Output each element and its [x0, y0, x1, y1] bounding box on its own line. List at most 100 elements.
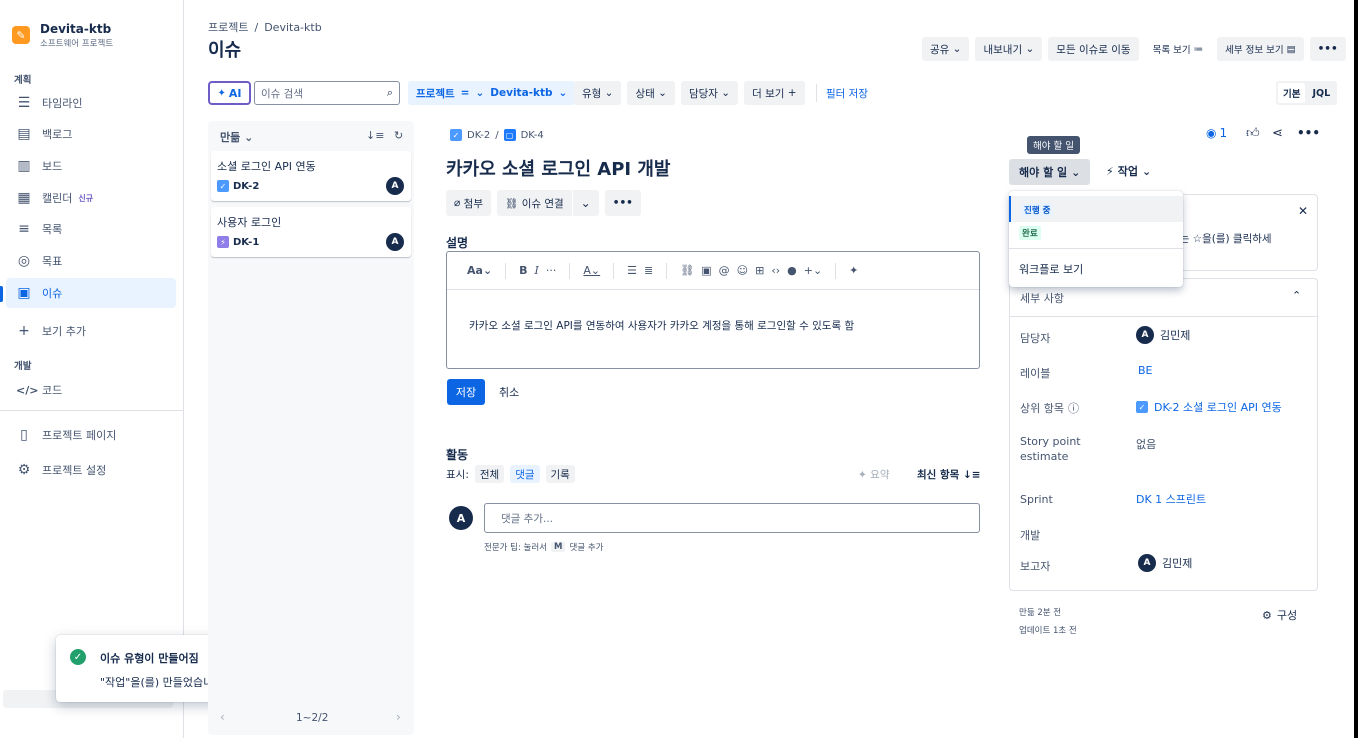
code-icon[interactable]: ‹›	[771, 264, 780, 277]
export-button[interactable]: 내보내기 ⌄	[975, 37, 1043, 61]
assignee-field[interactable]: A 김민제	[1136, 326, 1190, 344]
share-icon[interactable]: ⋖	[1272, 126, 1283, 141]
gear-icon: ⚙	[17, 462, 31, 478]
sidebar-item-add-view[interactable]: + 보기 추가	[6, 316, 176, 346]
save-button[interactable]: 저장	[447, 379, 485, 405]
like-icon[interactable]: 👍︎	[1246, 126, 1260, 141]
sidebar-item-timeline[interactable]: ☰ 타임라인	[6, 88, 176, 118]
issue-key-link[interactable]: DK-4	[521, 130, 544, 141]
text-style-label: Aa	[467, 264, 483, 277]
story-point-value[interactable]: 없음	[1136, 436, 1156, 452]
sort-newest-label: 최신 항목	[917, 469, 960, 481]
text-style-dropdown[interactable]: Aa⌄	[467, 264, 492, 277]
more-icon[interactable]: •••	[604, 190, 641, 216]
parent-key-link[interactable]: DK-2	[467, 130, 490, 141]
cancel-button[interactable]: 취소	[491, 379, 527, 405]
breadcrumb-project[interactable]: Devita-ktb	[264, 21, 322, 34]
sidebar-item-board[interactable]: ▥ 보드	[6, 151, 176, 181]
sidebar-item-goals[interactable]: ◎ 목표	[6, 246, 176, 276]
prev-page-icon[interactable]: ‹	[220, 710, 225, 724]
sidebar-item-backlog[interactable]: ▤ 백로그	[6, 119, 176, 149]
sidebar-item-code[interactable]: </> 코드	[6, 375, 176, 405]
list-icon: ≡	[18, 221, 30, 237]
chevron-down-icon[interactable]: ⌄	[573, 196, 599, 210]
breadcrumb-projects[interactable]: 프로젝트	[208, 19, 248, 35]
issue-title[interactable]: 카카오 소셜 로그인 API 개발	[446, 155, 671, 181]
description-editor[interactable]: Aa⌄ B I ··· A⌄ ☰ ≣ ⛓ ▣ @ ☺ ⊞ ‹› ● +⌄ ✦ 카…	[446, 251, 980, 369]
comment-input[interactable]: 댓글 추가...	[484, 503, 980, 533]
close-icon[interactable]: ✕	[1298, 204, 1308, 218]
list-view-button[interactable]: 목록 보기 ≔	[1144, 37, 1212, 61]
share-button[interactable]: 공유 ⌄	[922, 37, 970, 61]
page-title: 이슈	[208, 40, 242, 61]
sidebar-item-project-pages[interactable]: ▯ 프로젝트 페이지	[6, 420, 176, 450]
italic-icon[interactable]: I	[535, 264, 539, 277]
ai-sparkle-icon[interactable]: ✦	[849, 264, 858, 277]
menu-item-view-workflow[interactable]: 워크플로 보기	[1019, 261, 1083, 277]
pinned-hint: 있는 ☆을(를) 클릭하세	[1170, 233, 1272, 245]
paperclip-icon: ⌀	[454, 197, 461, 209]
emoji-icon[interactable]: ☺	[737, 264, 748, 277]
issue-search-input[interactable]: 이슈 검색 ⌕	[254, 81, 400, 105]
tab-comments[interactable]: 댓글	[510, 465, 540, 483]
bold-icon[interactable]: B	[519, 264, 527, 277]
list-item[interactable]: 사용자 로그인 ⚡ DK-1 A	[211, 207, 411, 257]
sort-order-icon[interactable]: ↓≡	[366, 129, 384, 142]
export-label: 내보내기	[983, 43, 1023, 56]
sidebar-item-issues[interactable]: ▣ 이슈	[6, 278, 176, 308]
info-icon[interactable]: ●	[787, 264, 797, 277]
link-issue-button[interactable]: ⛓ 이슈 연결	[497, 196, 572, 211]
ai-button[interactable]: ✦ AI	[208, 81, 251, 105]
watch-button[interactable]: ◉ 1	[1206, 126, 1227, 140]
text-color-icon[interactable]: A⌄	[583, 264, 600, 277]
image-icon[interactable]: ▣	[701, 264, 711, 277]
project-filter[interactable]: 프로젝트 = ⌄ Devita-ktb ⌄	[408, 81, 576, 105]
tab-history[interactable]: 기록	[545, 465, 575, 483]
configure-button[interactable]: ⚙ 구성	[1262, 607, 1297, 623]
status-filter[interactable]: 상태 ⌄	[627, 81, 675, 105]
labels-label: 레이블	[1020, 367, 1051, 380]
sidebar-item-list[interactable]: ≡ 목록	[6, 214, 176, 244]
detail-view-button[interactable]: 세부 정보 보기 ▤	[1217, 37, 1304, 61]
sort-dropdown[interactable]: 만듦 ⌄	[220, 129, 253, 145]
go-all-issues-button[interactable]: 모든 이슈로 이동	[1048, 37, 1139, 61]
sprint-value[interactable]: DK 1 스프린트	[1136, 491, 1206, 507]
parent-field[interactable]: ✓ DK-2 소셜 로그인 API 연동	[1136, 399, 1282, 415]
more-formatting-icon[interactable]: ···	[546, 264, 557, 277]
new-badge: 신규	[78, 193, 94, 203]
link-icon[interactable]: ⛓	[680, 264, 694, 277]
action-dropdown[interactable]: ⚡ 작업 ⌄	[1106, 163, 1151, 179]
refresh-icon[interactable]: ↻	[394, 129, 403, 142]
list-item[interactable]: 소셜 로그인 API 연동 ✓ DK-2 A	[211, 151, 411, 201]
type-filter[interactable]: 유형 ⌄	[574, 81, 622, 105]
labels-value[interactable]: BE	[1138, 364, 1153, 377]
numbered-list-icon[interactable]: ≣	[644, 264, 653, 277]
assignee-filter[interactable]: 담당자 ⌄	[680, 81, 739, 105]
chevron-down-icon: ⌄	[475, 87, 485, 99]
attach-button[interactable]: ⌀ 첨부	[446, 190, 491, 216]
summary-button[interactable]: ✦ 요약	[858, 467, 889, 482]
mention-icon[interactable]: @	[719, 264, 730, 277]
bullet-list-icon[interactable]: ☰	[627, 264, 637, 277]
next-page-icon[interactable]: ›	[396, 710, 401, 724]
sidebar-item-calendar[interactable]: ▦ 캘린더 신규	[6, 183, 176, 213]
more-actions-button[interactable]: •••	[1309, 37, 1346, 61]
insert-plus-icon[interactable]: +⌄	[804, 264, 822, 277]
more-icon[interactable]: •••	[1297, 126, 1320, 140]
list-item-key: ⚡ DK-1	[217, 236, 259, 248]
save-filter-link[interactable]: 필터 저장	[826, 86, 868, 101]
success-check-icon: ✓	[70, 649, 86, 665]
project-name[interactable]: Devita-ktb	[40, 22, 111, 36]
description-text[interactable]: 카카오 소셜 로그인 API를 연동하여 사용자가 카카오 계정을 통해 로그인…	[469, 318, 854, 333]
sort-newest-button[interactable]: 최신 항목 ↓≡	[917, 467, 981, 482]
table-icon[interactable]: ⊞	[755, 264, 764, 277]
sidebar-item-project-settings[interactable]: ⚙ 프로젝트 설정	[6, 455, 176, 485]
tab-all[interactable]: 전체	[474, 465, 505, 483]
status-dropdown[interactable]: 해야 할 일 ⌄	[1009, 159, 1091, 185]
menu-item-in-progress[interactable]: 진행 중	[1009, 196, 1183, 222]
reporter-field[interactable]: A 김민제	[1138, 554, 1192, 572]
jql-mode-button[interactable]: JQL	[1307, 83, 1335, 103]
basic-mode-button[interactable]: 기본	[1278, 83, 1306, 103]
more-filters[interactable]: 더 보기 +	[744, 81, 805, 105]
menu-item-done[interactable]: 완료	[1009, 222, 1183, 246]
